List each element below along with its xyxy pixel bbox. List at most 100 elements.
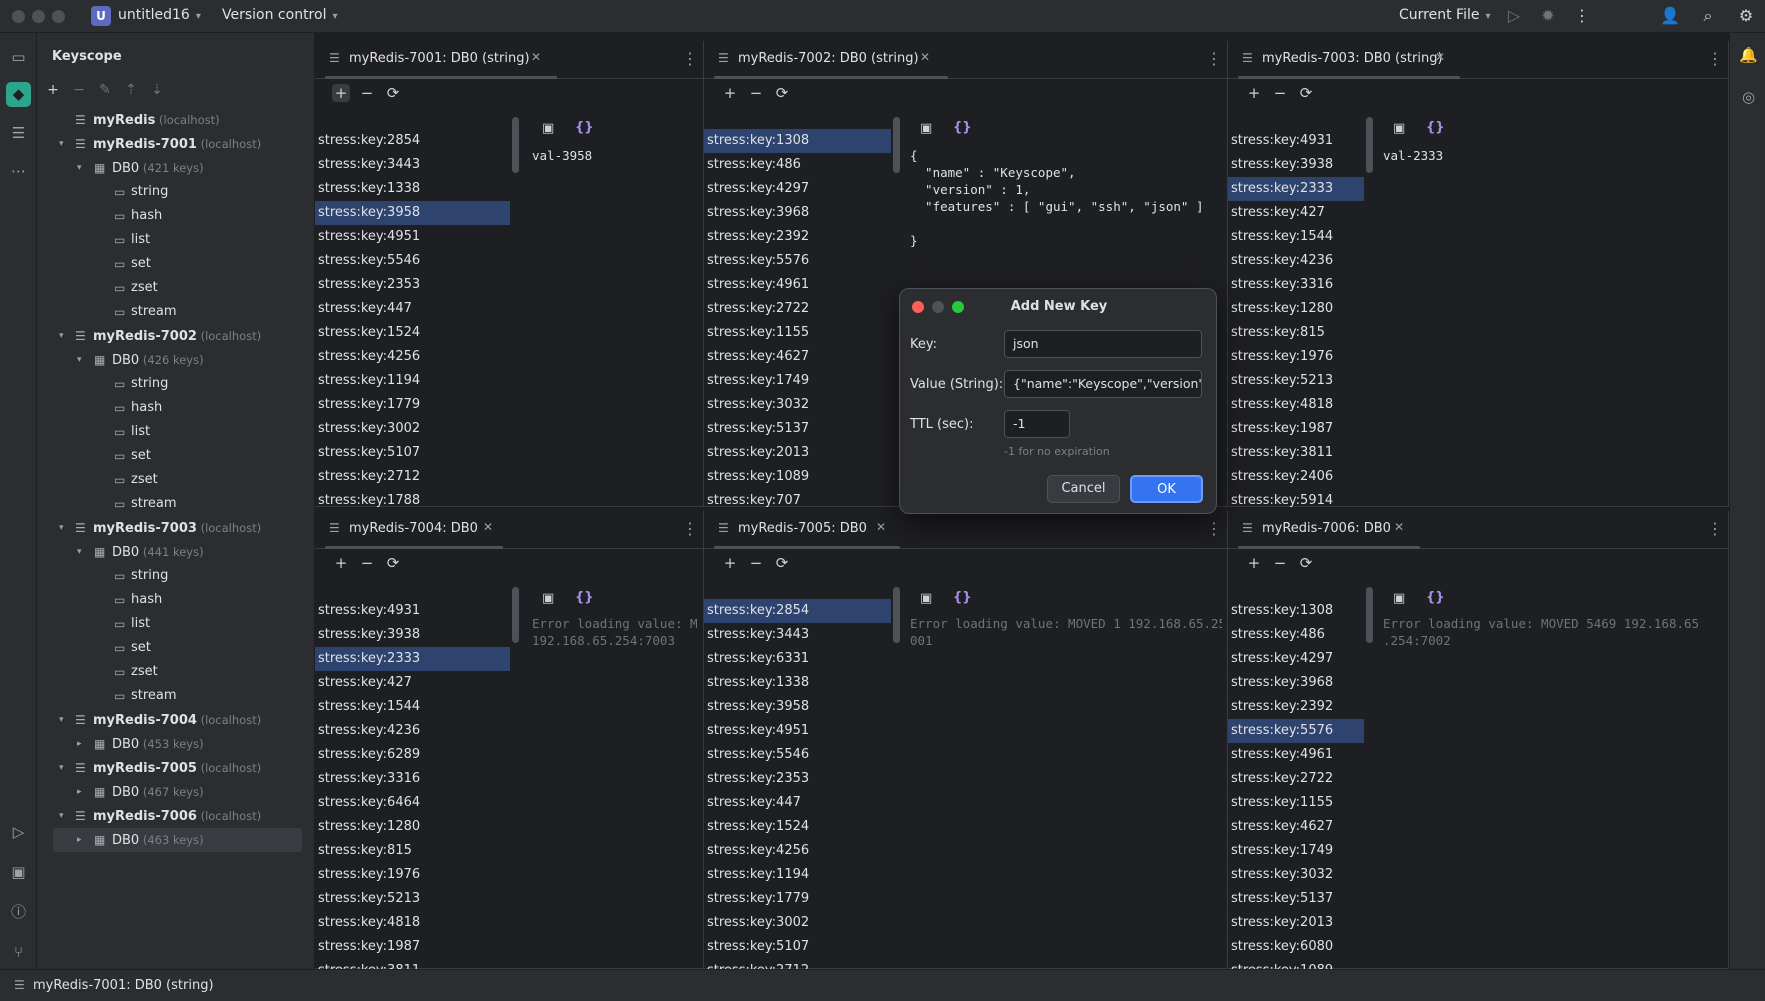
- key-list-item[interactable]: stress:key:1280: [315, 815, 510, 839]
- key-list-item[interactable]: stress:key:1338: [704, 671, 891, 695]
- key-list-item[interactable]: stress:key:4931: [315, 599, 510, 623]
- chevron-down-icon[interactable]: ▾: [59, 804, 64, 828]
- cancel-button[interactable]: Cancel: [1047, 475, 1120, 503]
- key-list-item[interactable]: stress:key:4627: [704, 345, 891, 369]
- key-list-item[interactable]: stress:key:5107: [315, 441, 510, 465]
- key-list-scrollbar[interactable]: [512, 117, 519, 173]
- value-editor[interactable]: val-2333: [1383, 147, 1723, 164]
- tree-type-folder[interactable]: ▭ zset: [37, 660, 315, 684]
- close-icon[interactable]: ✕: [531, 50, 541, 64]
- window-zoom-button[interactable]: [52, 10, 65, 23]
- key-list-item[interactable]: stress:key:3032: [1228, 863, 1364, 887]
- save-icon[interactable]: ▣: [920, 121, 932, 136]
- key-list-item[interactable]: stress:key:5576: [1228, 719, 1364, 743]
- key-list-item[interactable]: stress:key:2013: [704, 441, 891, 465]
- key-list-item[interactable]: stress:key:5213: [1228, 369, 1364, 393]
- key-list-item[interactable]: stress:key:2333: [315, 647, 510, 671]
- more-options-icon[interactable]: ⋮: [1206, 49, 1222, 68]
- tree-type-folder[interactable]: ▭ list: [37, 420, 315, 444]
- chevron-down-icon[interactable]: ▾: [77, 156, 82, 180]
- close-icon[interactable]: ✕: [1394, 520, 1404, 534]
- tree-type-folder[interactable]: ▭ set: [37, 444, 315, 468]
- add-key-icon[interactable]: +: [332, 554, 350, 572]
- tree-connection[interactable]: ▾ ☰ myRedis-7002 (localhost): [37, 324, 315, 348]
- keyscope-icon[interactable]: ◆: [6, 82, 31, 107]
- chevron-down-icon[interactable]: ▾: [59, 756, 64, 780]
- delete-key-icon[interactable]: −: [747, 84, 765, 102]
- tree-connection[interactable]: ▾ ☰ myRedis-7004 (localhost): [37, 708, 315, 732]
- key-list-scrollbar[interactable]: [1366, 587, 1373, 643]
- more-options-icon[interactable]: ⋮: [682, 519, 698, 538]
- run-config-selector[interactable]: Current File ▾: [1399, 7, 1491, 23]
- chevron-down-icon[interactable]: ▾: [59, 324, 64, 348]
- add-key-icon[interactable]: +: [1245, 84, 1263, 102]
- key-list-item[interactable]: stress:key:5213: [315, 887, 510, 911]
- key-list-item[interactable]: stress:key:4256: [704, 839, 891, 863]
- key-list-item[interactable]: stress:key:1155: [704, 321, 891, 345]
- ttl-input[interactable]: -1: [1004, 410, 1070, 438]
- menu-icon[interactable]: ☰: [14, 978, 25, 992]
- refresh-icon[interactable]: ⟳: [384, 84, 402, 102]
- format-json-icon[interactable]: {}: [953, 120, 972, 135]
- refresh-icon[interactable]: ⟳: [1297, 554, 1315, 572]
- key-list-item[interactable]: stress:key:3811: [1228, 441, 1364, 465]
- add-key-icon[interactable]: +: [721, 84, 739, 102]
- key-list-item[interactable]: stress:key:3958: [704, 695, 891, 719]
- key-list-item[interactable]: stress:key:3316: [315, 767, 510, 791]
- close-icon[interactable]: ✕: [1435, 50, 1445, 64]
- status-breadcrumb[interactable]: myRedis-7001: DB0 (string): [33, 978, 214, 993]
- key-list-item[interactable]: stress:key:4818: [1228, 393, 1364, 417]
- add-key-icon[interactable]: +: [721, 554, 739, 572]
- chevron-right-icon[interactable]: ▸: [77, 732, 82, 756]
- key-list-item[interactable]: stress:key:2722: [1228, 767, 1364, 791]
- key-list-item[interactable]: stress:key:4256: [315, 345, 510, 369]
- key-list-item[interactable]: stress:key:1308: [704, 129, 891, 153]
- key-list-item[interactable]: stress:key:1987: [315, 935, 510, 959]
- key-list-scrollbar[interactable]: [893, 587, 900, 643]
- key-list-item[interactable]: stress:key:447: [704, 791, 891, 815]
- notifications-icon[interactable]: 🔔: [1736, 43, 1761, 68]
- tree-type-folder[interactable]: ▭ list: [37, 228, 315, 252]
- folder-icon[interactable]: ▭: [6, 45, 31, 70]
- panel-tab[interactable]: ☰ myRedis-7003: DB0 (string) ✕ ⋮: [1228, 41, 1729, 79]
- version-control-menu[interactable]: Version control ▾: [222, 7, 338, 23]
- chevron-right-icon[interactable]: ▸: [77, 828, 82, 852]
- key-list-scrollbar[interactable]: [893, 117, 900, 173]
- delete-key-icon[interactable]: −: [358, 84, 376, 102]
- chevron-down-icon[interactable]: ▾: [77, 540, 82, 564]
- tree-type-folder[interactable]: ▭ list: [37, 612, 315, 636]
- settings-gear-icon[interactable]: ⚙: [1735, 5, 1757, 27]
- delete-key-icon[interactable]: −: [747, 554, 765, 572]
- run-icon[interactable]: ▷: [1503, 5, 1525, 27]
- key-list-item[interactable]: stress:key:1976: [315, 863, 510, 887]
- key-list-item[interactable]: stress:key:4236: [315, 719, 510, 743]
- more-options-icon[interactable]: ⋮: [1707, 49, 1723, 68]
- key-list-item[interactable]: stress:key:3316: [1228, 273, 1364, 297]
- tree-type-folder[interactable]: ▭ hash: [37, 204, 315, 228]
- key-list-item[interactable]: stress:key:486: [1228, 623, 1364, 647]
- key-list-item[interactable]: stress:key:3002: [704, 911, 891, 935]
- key-input[interactable]: json: [1004, 330, 1202, 358]
- tree-type-folder[interactable]: ▭ string: [37, 564, 315, 588]
- search-icon[interactable]: ⌕: [1697, 5, 1719, 27]
- chevron-down-icon[interactable]: ▾: [59, 516, 64, 540]
- add-key-icon[interactable]: +: [332, 84, 350, 102]
- remove-icon[interactable]: −: [71, 82, 87, 98]
- panel-tab[interactable]: ☰ myRedis-7001: DB0 (string) ✕ ⋮: [315, 41, 704, 79]
- key-list-item[interactable]: stress:key:1987: [1228, 417, 1364, 441]
- window-minimize-button[interactable]: [32, 10, 45, 23]
- project-badge[interactable]: U: [91, 6, 111, 26]
- terminal-icon[interactable]: ▣: [6, 860, 31, 885]
- key-list-item[interactable]: stress:key:1194: [704, 863, 891, 887]
- tree-connection[interactable]: ☰ myRedis (localhost): [37, 108, 315, 132]
- structure-icon[interactable]: ☰: [6, 121, 31, 146]
- key-list-scrollbar[interactable]: [512, 587, 519, 643]
- key-list-item[interactable]: stress:key:4961: [1228, 743, 1364, 767]
- tree-database[interactable]: ▾ ▦ DB0 (421 keys): [37, 156, 315, 180]
- key-list-item[interactable]: stress:key:4236: [1228, 249, 1364, 273]
- format-json-icon[interactable]: {}: [953, 590, 972, 605]
- tree-type-folder[interactable]: ▭ set: [37, 252, 315, 276]
- ok-button[interactable]: OK: [1130, 475, 1203, 503]
- value-input[interactable]: {"name":"Keyscope","version": [1004, 370, 1202, 398]
- key-list-item[interactable]: stress:key:486: [704, 153, 891, 177]
